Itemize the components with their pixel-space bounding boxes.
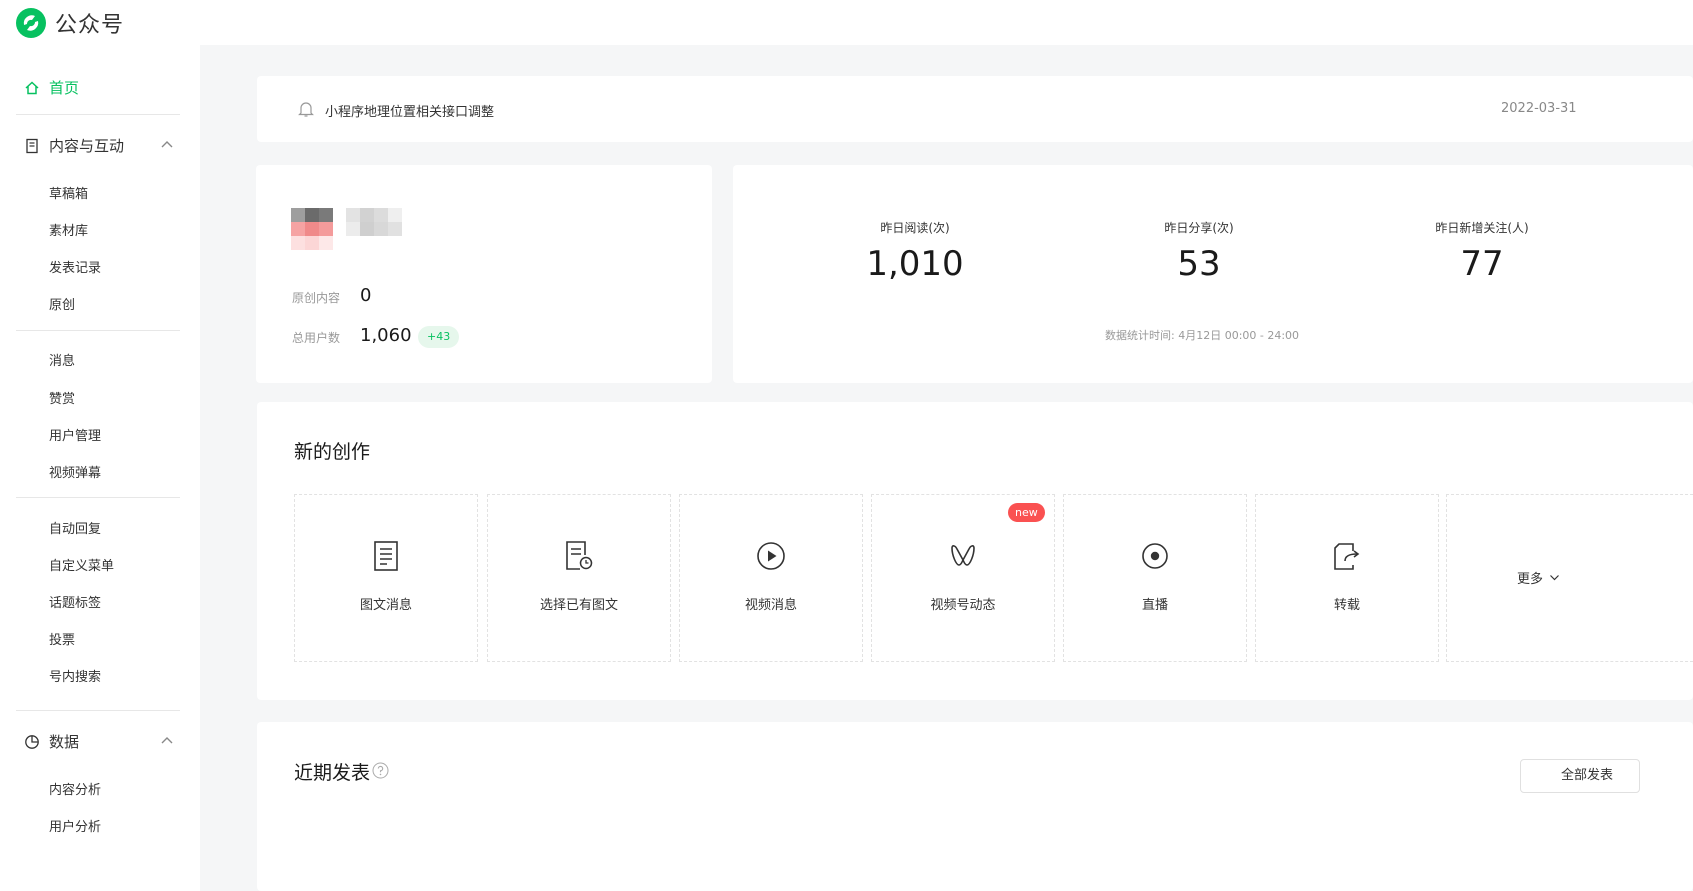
total-users-label: 总用户数 [292, 331, 341, 345]
tile-label: 选择已有图文 [539, 598, 618, 613]
channels-icon [951, 545, 975, 566]
sidebar-group-label: 内容与互动 [49, 137, 125, 155]
chevron-down-icon [1550, 575, 1559, 581]
more-label: 更多 [1517, 572, 1544, 587]
top-bar: 公众号 [0, 0, 1693, 45]
divider [16, 497, 180, 498]
divider [16, 114, 180, 115]
sidebar-group-content[interactable]: 内容与互动 [24, 135, 174, 156]
recent-posts-card: 近期发表 全部发表 [257, 722, 1693, 891]
account-name-blurred [346, 208, 402, 236]
pie-chart-icon [25, 734, 39, 749]
home-icon [25, 80, 39, 94]
create-tile-channels-post[interactable]: new 视频号动态 [871, 494, 1055, 662]
yesterday-stats-card: 昨日阅读(次) 1,010 昨日分享(次) 53 昨日新增关注(人) 77 数据… [733, 165, 1693, 383]
sidebar-item-publish-records[interactable]: 发表记录 [49, 257, 101, 276]
tile-label: 视频号动态 [930, 598, 996, 613]
notice-bar[interactable]: 小程序地理位置相关接口调整 2022-03-31 [257, 76, 1693, 142]
create-tile-article[interactable]: 图文消息 [294, 494, 478, 662]
original-content-label: 原创内容 [292, 291, 341, 305]
help-icon[interactable] [372, 762, 389, 779]
doc-icon [374, 541, 398, 571]
sidebar-item-topic-tags[interactable]: 话题标签 [49, 592, 101, 611]
sidebar-item-user-analysis[interactable]: 用户分析 [49, 816, 101, 835]
play-circle-icon [757, 542, 785, 570]
sidebar-item-auto-reply[interactable]: 自动回复 [49, 518, 101, 537]
divider [16, 330, 180, 331]
create-tile-more[interactable] [1446, 494, 1693, 662]
notice-date: 2022-03-31 [1501, 101, 1577, 116]
metric-label: 昨日分享(次) [1164, 221, 1234, 235]
tile-label: 图文消息 [359, 598, 412, 613]
metric-value: 53 [1177, 244, 1221, 284]
sidebar-group-data[interactable]: 数据 [24, 731, 174, 752]
metric-reads[interactable]: 昨日阅读(次) 1,010 [815, 219, 1015, 284]
sidebar-item-home[interactable]: 首页 [24, 77, 79, 98]
metric-shares[interactable]: 昨日分享(次) 53 [1099, 219, 1299, 284]
users-delta-badge: +43 [418, 326, 460, 348]
sidebar-item-video-danmaku[interactable]: 视频弹幕 [49, 462, 101, 481]
section-title: 近期发表 [294, 762, 371, 784]
notice-text[interactable]: 小程序地理位置相关接口调整 [325, 101, 494, 120]
wechat-official-logo-icon [16, 7, 46, 38]
total-users-value: 1,060 [360, 325, 412, 346]
live-icon [1142, 543, 1168, 569]
original-content-value: 0 [360, 285, 372, 306]
sidebar-item-content-analysis[interactable]: 内容分析 [49, 779, 101, 798]
new-badge: new [1008, 503, 1045, 522]
chevron-up-icon[interactable] [160, 138, 174, 152]
metric-value: 1,010 [866, 244, 964, 284]
filter-dropdown[interactable]: 全部发表 [1520, 759, 1640, 793]
tile-label: 转载 [1333, 598, 1360, 613]
app-title: 公众号 [55, 12, 125, 38]
create-tile-repost[interactable]: 转载 [1255, 494, 1439, 662]
sidebar-item-materials[interactable]: 素材库 [49, 220, 88, 239]
sidebar-item-drafts[interactable]: 草稿箱 [49, 183, 88, 202]
tile-label: 直播 [1141, 598, 1168, 613]
document-icon [26, 138, 38, 153]
bell-icon [298, 102, 314, 117]
create-tile-live[interactable]: 直播 [1063, 494, 1247, 662]
sidebar-item-messages[interactable]: 消息 [49, 350, 75, 369]
metric-label: 昨日阅读(次) [880, 221, 950, 235]
sidebar-item-custom-menu[interactable]: 自定义菜单 [49, 555, 114, 574]
account-profile-card: 原创内容 0 总用户数 1,060 +43 [256, 165, 712, 383]
share-doc-icon [1334, 543, 1360, 570]
section-title: 新的创作 [294, 441, 371, 463]
divider [16, 710, 180, 711]
sidebar-item-rewards[interactable]: 赞赏 [49, 388, 75, 407]
sidebar-group-label: 数据 [49, 733, 80, 751]
create-tile-existing-article[interactable]: 选择已有图文 [487, 494, 671, 662]
sidebar-item-vote[interactable]: 投票 [49, 629, 75, 648]
avatar [291, 208, 333, 250]
logo[interactable]: 公众号 [15, 7, 124, 39]
sidebar-item-original[interactable]: 原创 [49, 294, 75, 313]
sidebar-item-user-management[interactable]: 用户管理 [49, 425, 101, 444]
new-creation-card: 新的创作 图文消息 选择已有图文 视频消息 new 视频号动态 直播 转载 更多 [257, 402, 1693, 700]
create-tile-video-message[interactable]: 视频消息 [679, 494, 863, 662]
chevron-up-icon[interactable] [160, 734, 174, 748]
metric-new-followers[interactable]: 昨日新增关注(人) 77 [1382, 219, 1582, 284]
sidebar-item-in-account-search[interactable]: 号内搜索 [49, 666, 101, 685]
more-button[interactable]: 更多 [1517, 568, 1560, 587]
tile-label: 视频消息 [744, 598, 797, 613]
doc-clock-icon [566, 541, 593, 570]
stats-time-note: 数据统计时间: 4月12日 00:00 - 24:00 [1105, 329, 1300, 342]
metric-value: 77 [1460, 244, 1504, 284]
metric-label: 昨日新增关注(人) [1435, 221, 1529, 235]
sidebar-item-label: 首页 [49, 79, 80, 97]
sidebar: 首页 内容与互动 草稿箱 素材库 发表记录 原创 消息 赞赏 用户管理 视频弹幕… [0, 45, 200, 891]
